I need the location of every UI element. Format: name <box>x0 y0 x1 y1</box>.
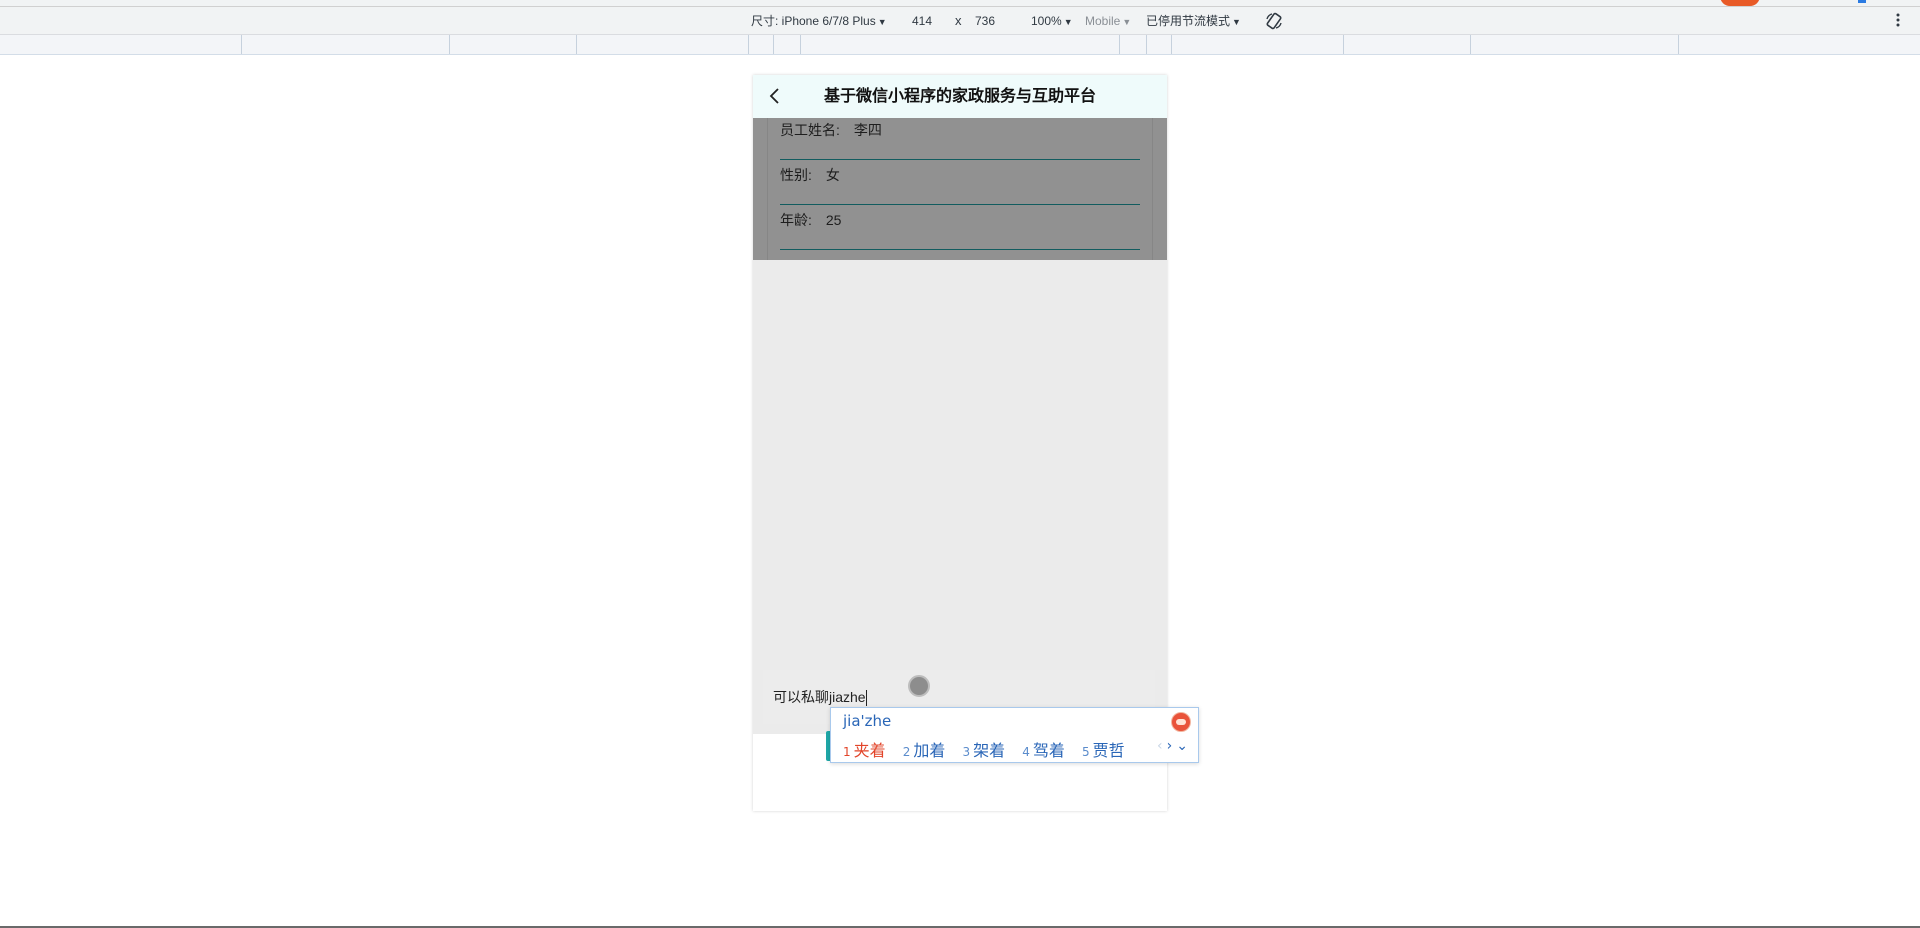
width-input[interactable]: 414 <box>912 13 932 29</box>
extension-icon-2[interactable] <box>1858 0 1866 3</box>
ime-candidate[interactable]: 1 夹着 <box>843 737 886 761</box>
dim-overlay <box>753 118 1167 260</box>
candidate-text: 贾哲 <box>1092 741 1125 760</box>
ime-next-page-icon[interactable]: › <box>1167 738 1177 754</box>
ime-candidate[interactable]: 2 加着 <box>903 737 946 761</box>
ime-candidate[interactable]: 4 驾着 <box>1022 737 1065 761</box>
chevron-down-icon: ▼ <box>1063 17 1073 27</box>
zoom-select[interactable]: 100% ▼ <box>1031 13 1073 30</box>
candidate-number: 1 <box>843 745 851 759</box>
zoom-label: 100% <box>1031 14 1062 28</box>
ime-composition-text: jia'zhe <box>843 712 892 730</box>
toolbar-divider <box>0 6 1920 7</box>
ruler-mark <box>773 35 774 54</box>
touch-cursor-indicator <box>908 675 930 697</box>
candidate-number: 5 <box>1082 745 1090 759</box>
ruler-mark <box>1470 35 1471 54</box>
ruler-mark <box>1146 35 1147 54</box>
candidate-text: 架着 <box>973 741 1006 760</box>
throttle-label: 已停用节流模式 <box>1146 14 1231 28</box>
device-label: 尺寸: iPhone 6/7/8 Plus <box>751 14 876 28</box>
chevron-down-icon: ▼ <box>877 17 887 27</box>
ime-candidate[interactable]: 3 架着 <box>963 737 1006 761</box>
ruler-mark <box>1343 35 1344 54</box>
ruler-mark <box>449 35 450 54</box>
ime-candidate-list: 1 夹着 2 加着 3 架着 4 驾着 5 贾哲 <box>843 737 1137 761</box>
ime-page-nav: ‹›⌄ <box>1157 738 1192 754</box>
message-input-value: 可以私聊jiazhe <box>773 689 866 705</box>
sogou-logo-icon[interactable] <box>1171 712 1191 732</box>
ruler-mark <box>1678 35 1679 54</box>
rotate-icon[interactable] <box>1264 11 1284 31</box>
height-input[interactable]: 736 <box>975 13 995 29</box>
ruler-mark <box>1119 35 1120 54</box>
ruler-mark <box>576 35 577 54</box>
dimension-separator: x <box>955 13 962 28</box>
mini-program-navbar: 基于微信小程序的家政服务与互助平台 <box>753 75 1167 118</box>
device-toolbar: 尺寸: iPhone 6/7/8 Plus ▼ 414 x 736 100% ▼ M… <box>0 0 1920 35</box>
page-title: 基于微信小程序的家政服务与互助平台 <box>823 88 1096 105</box>
candidate-number: 4 <box>1022 745 1030 759</box>
ruler-mark <box>748 35 749 54</box>
ruler-mark <box>800 35 801 54</box>
device-select[interactable]: 尺寸: iPhone 6/7/8 Plus ▼ <box>751 13 887 30</box>
ime-prev-page-icon[interactable]: ‹ <box>1157 738 1167 754</box>
device-type-select[interactable]: Mobile ▼ <box>1085 13 1131 30</box>
candidate-text: 夹着 <box>853 741 886 760</box>
phone-viewport: 基于微信小程序的家政服务与互助平台 员工姓名: 李四 性别: 女 年龄: 25 可以私… <box>753 75 1167 811</box>
ime-candidate[interactable]: 5 贾哲 <box>1082 737 1125 761</box>
chevron-down-icon: ▼ <box>1122 17 1132 27</box>
throttle-select[interactable]: 已停用节流模式 ▼ <box>1146 13 1241 30</box>
ime-candidate-window: jia'zhe 1 夹着 2 加着 3 架着 4 驾着 5 贾哲 ‹›⌄ <box>830 707 1199 763</box>
candidate-number: 3 <box>962 745 971 759</box>
ime-expand-icon[interactable]: ⌄ <box>1176 738 1192 754</box>
candidate-number: 2 <box>902 745 911 759</box>
chevron-left-icon[interactable] <box>765 85 787 107</box>
more-vertical-icon[interactable] <box>1894 11 1902 29</box>
extension-icon[interactable] <box>1720 0 1760 6</box>
text-caret <box>865 690 867 707</box>
device-type-label: Mobile <box>1085 14 1121 28</box>
chevron-down-icon: ▼ <box>1232 17 1241 27</box>
ruler-mark <box>1171 35 1172 54</box>
media-query-ruler[interactable] <box>0 35 1920 55</box>
candidate-text: 加着 <box>913 741 946 760</box>
ruler-mark <box>241 35 242 54</box>
candidate-text: 驾着 <box>1032 741 1065 760</box>
